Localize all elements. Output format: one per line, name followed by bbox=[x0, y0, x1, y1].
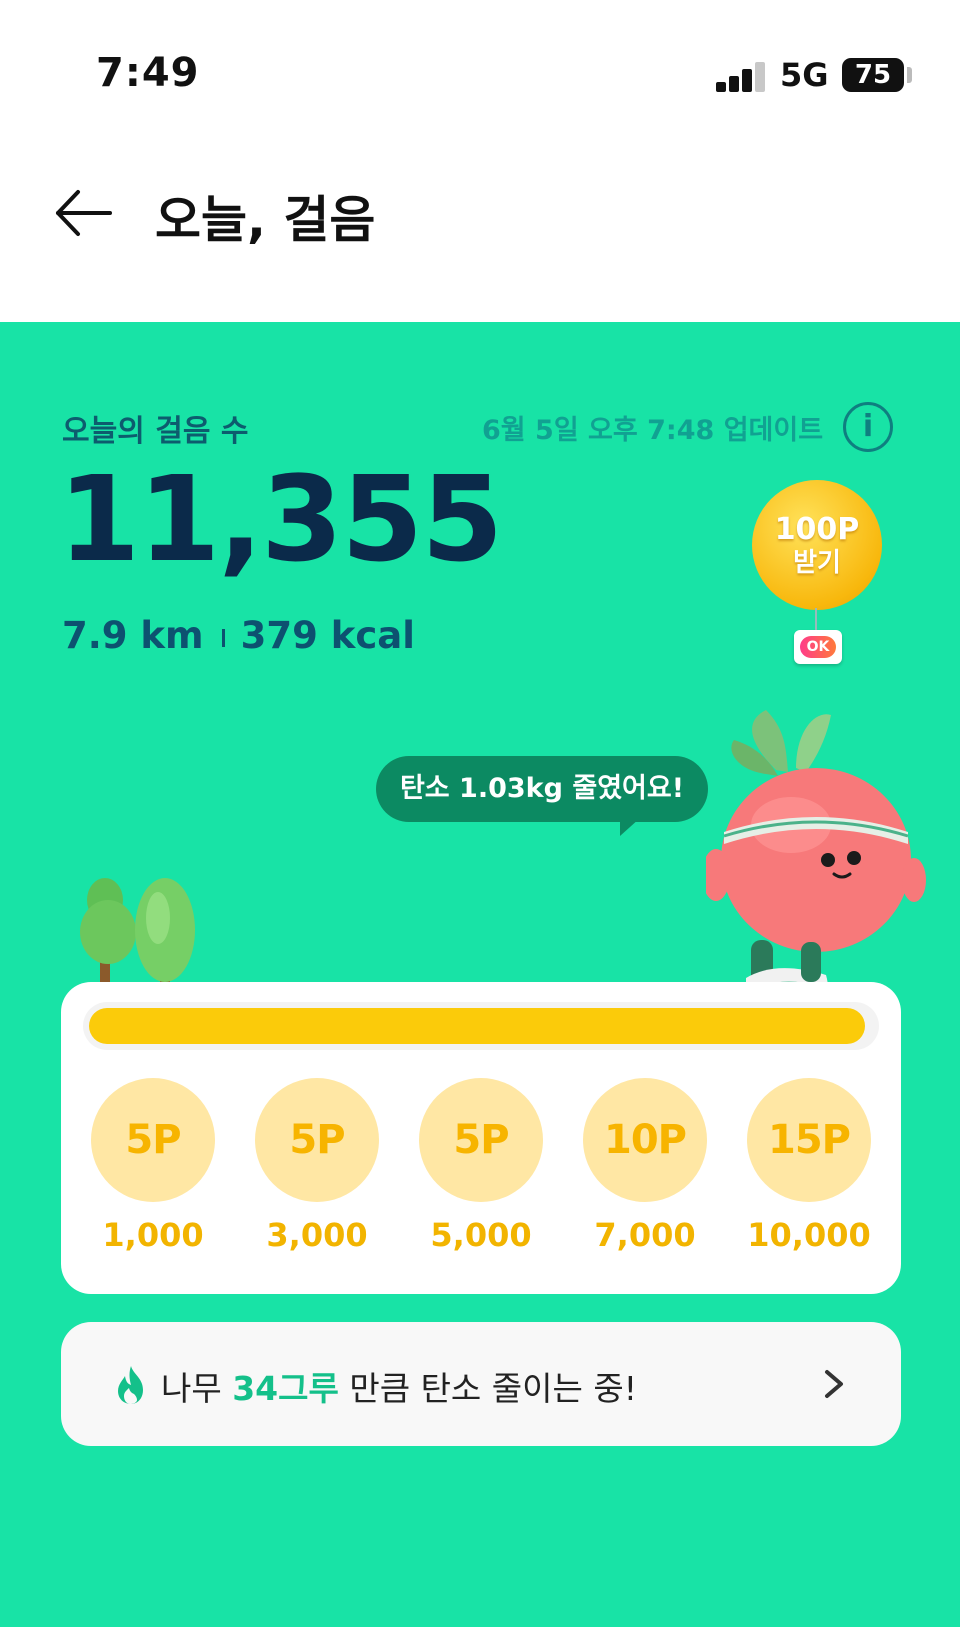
tree-count: 34그루 bbox=[232, 1369, 339, 1408]
distance-value: 7.9 km bbox=[62, 614, 204, 657]
reward-balloon: 100P 받기 bbox=[752, 480, 882, 610]
chevron-right-icon bbox=[825, 1370, 843, 1398]
balloon-string bbox=[815, 608, 817, 630]
milestone-item[interactable]: 5P 1,000 bbox=[91, 1078, 215, 1254]
ok-cashbag-tag: OK bbox=[794, 630, 842, 664]
update-timestamp: 6월 5일 오후 7:48 업데이트 bbox=[482, 415, 824, 446]
progress-card: 5P 1,000 5P 3,000 5P 5,000 10P 7,000 15P… bbox=[61, 982, 901, 1294]
header: 오늘, 걸음 bbox=[0, 140, 960, 322]
info-icon: i bbox=[862, 409, 874, 444]
progress-track bbox=[83, 1002, 879, 1050]
calories-value: 379 kcal bbox=[240, 614, 415, 657]
progress-fill bbox=[89, 1008, 865, 1044]
milestone-item[interactable]: 5P 5,000 bbox=[419, 1078, 543, 1254]
steps-label: 오늘의 걸음 수 bbox=[62, 414, 249, 449]
stats-divider bbox=[221, 628, 225, 647]
carbon-summary-button[interactable]: 나무 34그루 만큼 탄소 줄이는 중! bbox=[61, 1322, 901, 1446]
status-bar: 7:49 5G 75 bbox=[0, 0, 960, 140]
reward-balloon-button[interactable]: 100P 받기 OK bbox=[752, 480, 882, 670]
steps-panel: 오늘의 걸음 수 6월 5일 오후 7:48 업데이트 i 11,355 7.9… bbox=[0, 322, 960, 1627]
battery-tip bbox=[907, 67, 912, 83]
carbon-prefix: 나무 bbox=[161, 1369, 233, 1408]
steps-count: 11,355 bbox=[58, 450, 503, 588]
milestone-item[interactable]: 10P 7,000 bbox=[583, 1078, 707, 1254]
carbon-suffix: 만큼 탄소 줄이는 중! bbox=[338, 1369, 637, 1408]
milestone-item[interactable]: 15P 10,000 bbox=[747, 1078, 871, 1254]
milestone-points: 5P bbox=[419, 1078, 543, 1202]
milestone-steps: 3,000 bbox=[266, 1216, 368, 1254]
reward-action: 받기 bbox=[793, 548, 841, 578]
info-button[interactable]: i bbox=[843, 402, 893, 452]
milestone-steps: 7,000 bbox=[594, 1216, 696, 1254]
network-type: 5G bbox=[780, 56, 829, 94]
flame-icon bbox=[118, 1366, 143, 1404]
milestone-item[interactable]: 5P 3,000 bbox=[255, 1078, 379, 1254]
signal-icon bbox=[716, 62, 768, 92]
milestone-list: 5P 1,000 5P 3,000 5P 5,000 10P 7,000 15P… bbox=[91, 1078, 871, 1258]
stats-row: 7.9 km 379 kcal bbox=[62, 614, 415, 657]
milestone-points: 5P bbox=[91, 1078, 215, 1202]
arrow-left-icon bbox=[56, 190, 112, 236]
reward-points: 100P bbox=[774, 512, 860, 547]
back-button[interactable] bbox=[52, 180, 118, 246]
milestone-steps: 1,000 bbox=[102, 1216, 204, 1254]
milestone-steps: 5,000 bbox=[430, 1216, 532, 1254]
carbon-summary-text: 나무 34그루 만큼 탄소 줄이는 중! bbox=[161, 1362, 637, 1410]
milestone-points: 10P bbox=[583, 1078, 707, 1202]
page-title: 오늘, 걸음 bbox=[155, 191, 376, 249]
milestone-points: 5P bbox=[255, 1078, 379, 1202]
status-time: 7:49 bbox=[96, 50, 200, 96]
battery-icon: 75 bbox=[842, 58, 904, 92]
speech-bubble-tail bbox=[620, 818, 640, 836]
ok-logo-icon: OK bbox=[800, 636, 836, 658]
milestone-steps: 10,000 bbox=[747, 1216, 871, 1254]
milestone-points: 15P bbox=[747, 1078, 871, 1202]
carbon-speech-bubble: 탄소 1.03kg 줄였어요! bbox=[376, 756, 708, 822]
